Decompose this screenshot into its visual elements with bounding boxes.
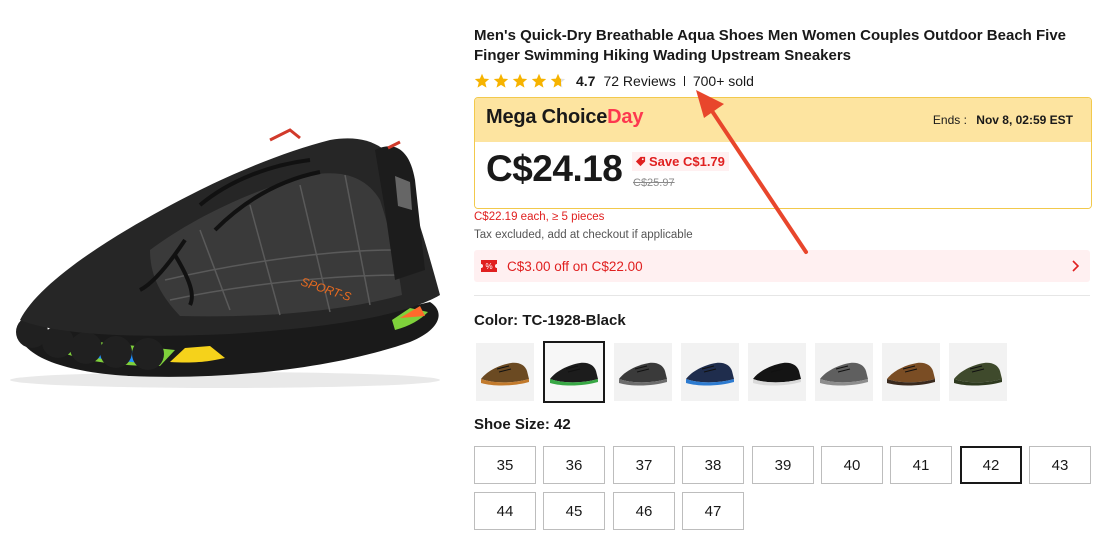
color-label: Color: TC-1928-Black [474,312,626,329]
color-swatch-brown[interactable] [882,343,940,401]
coupon-bar[interactable]: % C$3.00 off on C$22.00 [474,250,1090,282]
ends-time: Nov 8, 02:59 EST [976,113,1073,127]
size-label: Shoe Size: 42 [474,416,571,433]
size-option-36[interactable]: 36 [543,446,605,484]
divider [683,76,685,86]
shoe-thumbnail-icon [550,362,598,386]
bulk-price: C$22.19 each, ≥ 5 pieces [474,211,605,223]
color-swatch-black-white[interactable] [748,343,806,401]
rating-row: 4.7 72 Reviews 700+ sold [474,72,754,90]
size-option-40[interactable]: 40 [821,446,883,484]
star-rating [474,73,566,89]
color-swatch-navy[interactable] [681,343,739,401]
tax-note: Tax excluded, add at checkout if applica… [474,229,693,241]
tag-icon [635,156,646,167]
star-icon [512,73,528,88]
deal-name-part2: Day [607,106,644,128]
size-option-35[interactable]: 35 [474,446,536,484]
star-half-icon [550,73,566,88]
shoe-thumbnail-icon [820,362,868,386]
reviews-link[interactable]: 72 Reviews [603,73,675,89]
current-price: C$24.18 [486,148,623,189]
star-icon [531,73,547,88]
deal-box: Mega ChoiceDay Ends : Nov 8, 02:59 EST C… [474,97,1092,209]
shoe-thumbnail-icon [481,362,529,386]
chevron-right-icon [1072,260,1080,272]
svg-text:%: % [485,262,492,271]
deal-body: C$24.18 Save C$1.79 C$25.97 [475,142,1091,208]
size-option-43[interactable]: 43 [1029,446,1091,484]
coupon-icon: % [481,260,497,272]
size-option-47[interactable]: 47 [682,492,744,530]
color-swatch-black[interactable] [543,341,605,403]
color-swatch-brown-orange[interactable] [476,343,534,401]
shoe-image: SPORT-S [10,128,440,388]
section-divider [474,295,1090,296]
star-icon [493,73,509,88]
shoe-thumbnail-icon [619,362,667,386]
size-option-37[interactable]: 37 [613,446,675,484]
color-swatches [476,341,1007,403]
rating-score: 4.7 [576,73,596,89]
size-option-44[interactable]: 44 [474,492,536,530]
size-option-39[interactable]: 39 [752,446,814,484]
color-swatch-grey-black[interactable] [614,343,672,401]
product-title: Men's Quick-Dry Breathable Aqua Shoes Me… [474,27,1067,64]
save-badge: Save C$1.79 [632,152,729,171]
size-option-38[interactable]: 38 [682,446,744,484]
size-option-46[interactable]: 46 [613,492,675,530]
deal-name: Mega ChoiceDay [486,106,643,129]
deal-countdown: Ends : Nov 8, 02:59 EST [933,113,1073,127]
shoe-thumbnail-icon [887,362,935,386]
size-option-42[interactable]: 42 [960,446,1022,484]
shoe-thumbnail-icon [686,362,734,386]
color-swatch-olive[interactable] [949,343,1007,401]
shoe-thumbnail-icon [753,362,801,386]
size-option-45[interactable]: 45 [543,492,605,530]
ends-label: Ends : [932,113,967,127]
save-amount: Save C$1.79 [649,154,725,169]
shoe-thumbnail-icon [954,362,1002,386]
product-image[interactable]: SPORT-S [0,80,460,410]
sold-count: 700+ sold [692,73,754,89]
star-icon [474,73,490,88]
size-option-41[interactable]: 41 [890,446,952,484]
color-swatch-grey[interactable] [815,343,873,401]
deal-header: Mega ChoiceDay Ends : Nov 8, 02:59 EST [475,98,1091,142]
original-price: C$25.97 [633,177,675,189]
coupon-text: C$3.00 off on C$22.00 [507,259,643,274]
deal-name-part1: Mega Choice [486,106,608,128]
